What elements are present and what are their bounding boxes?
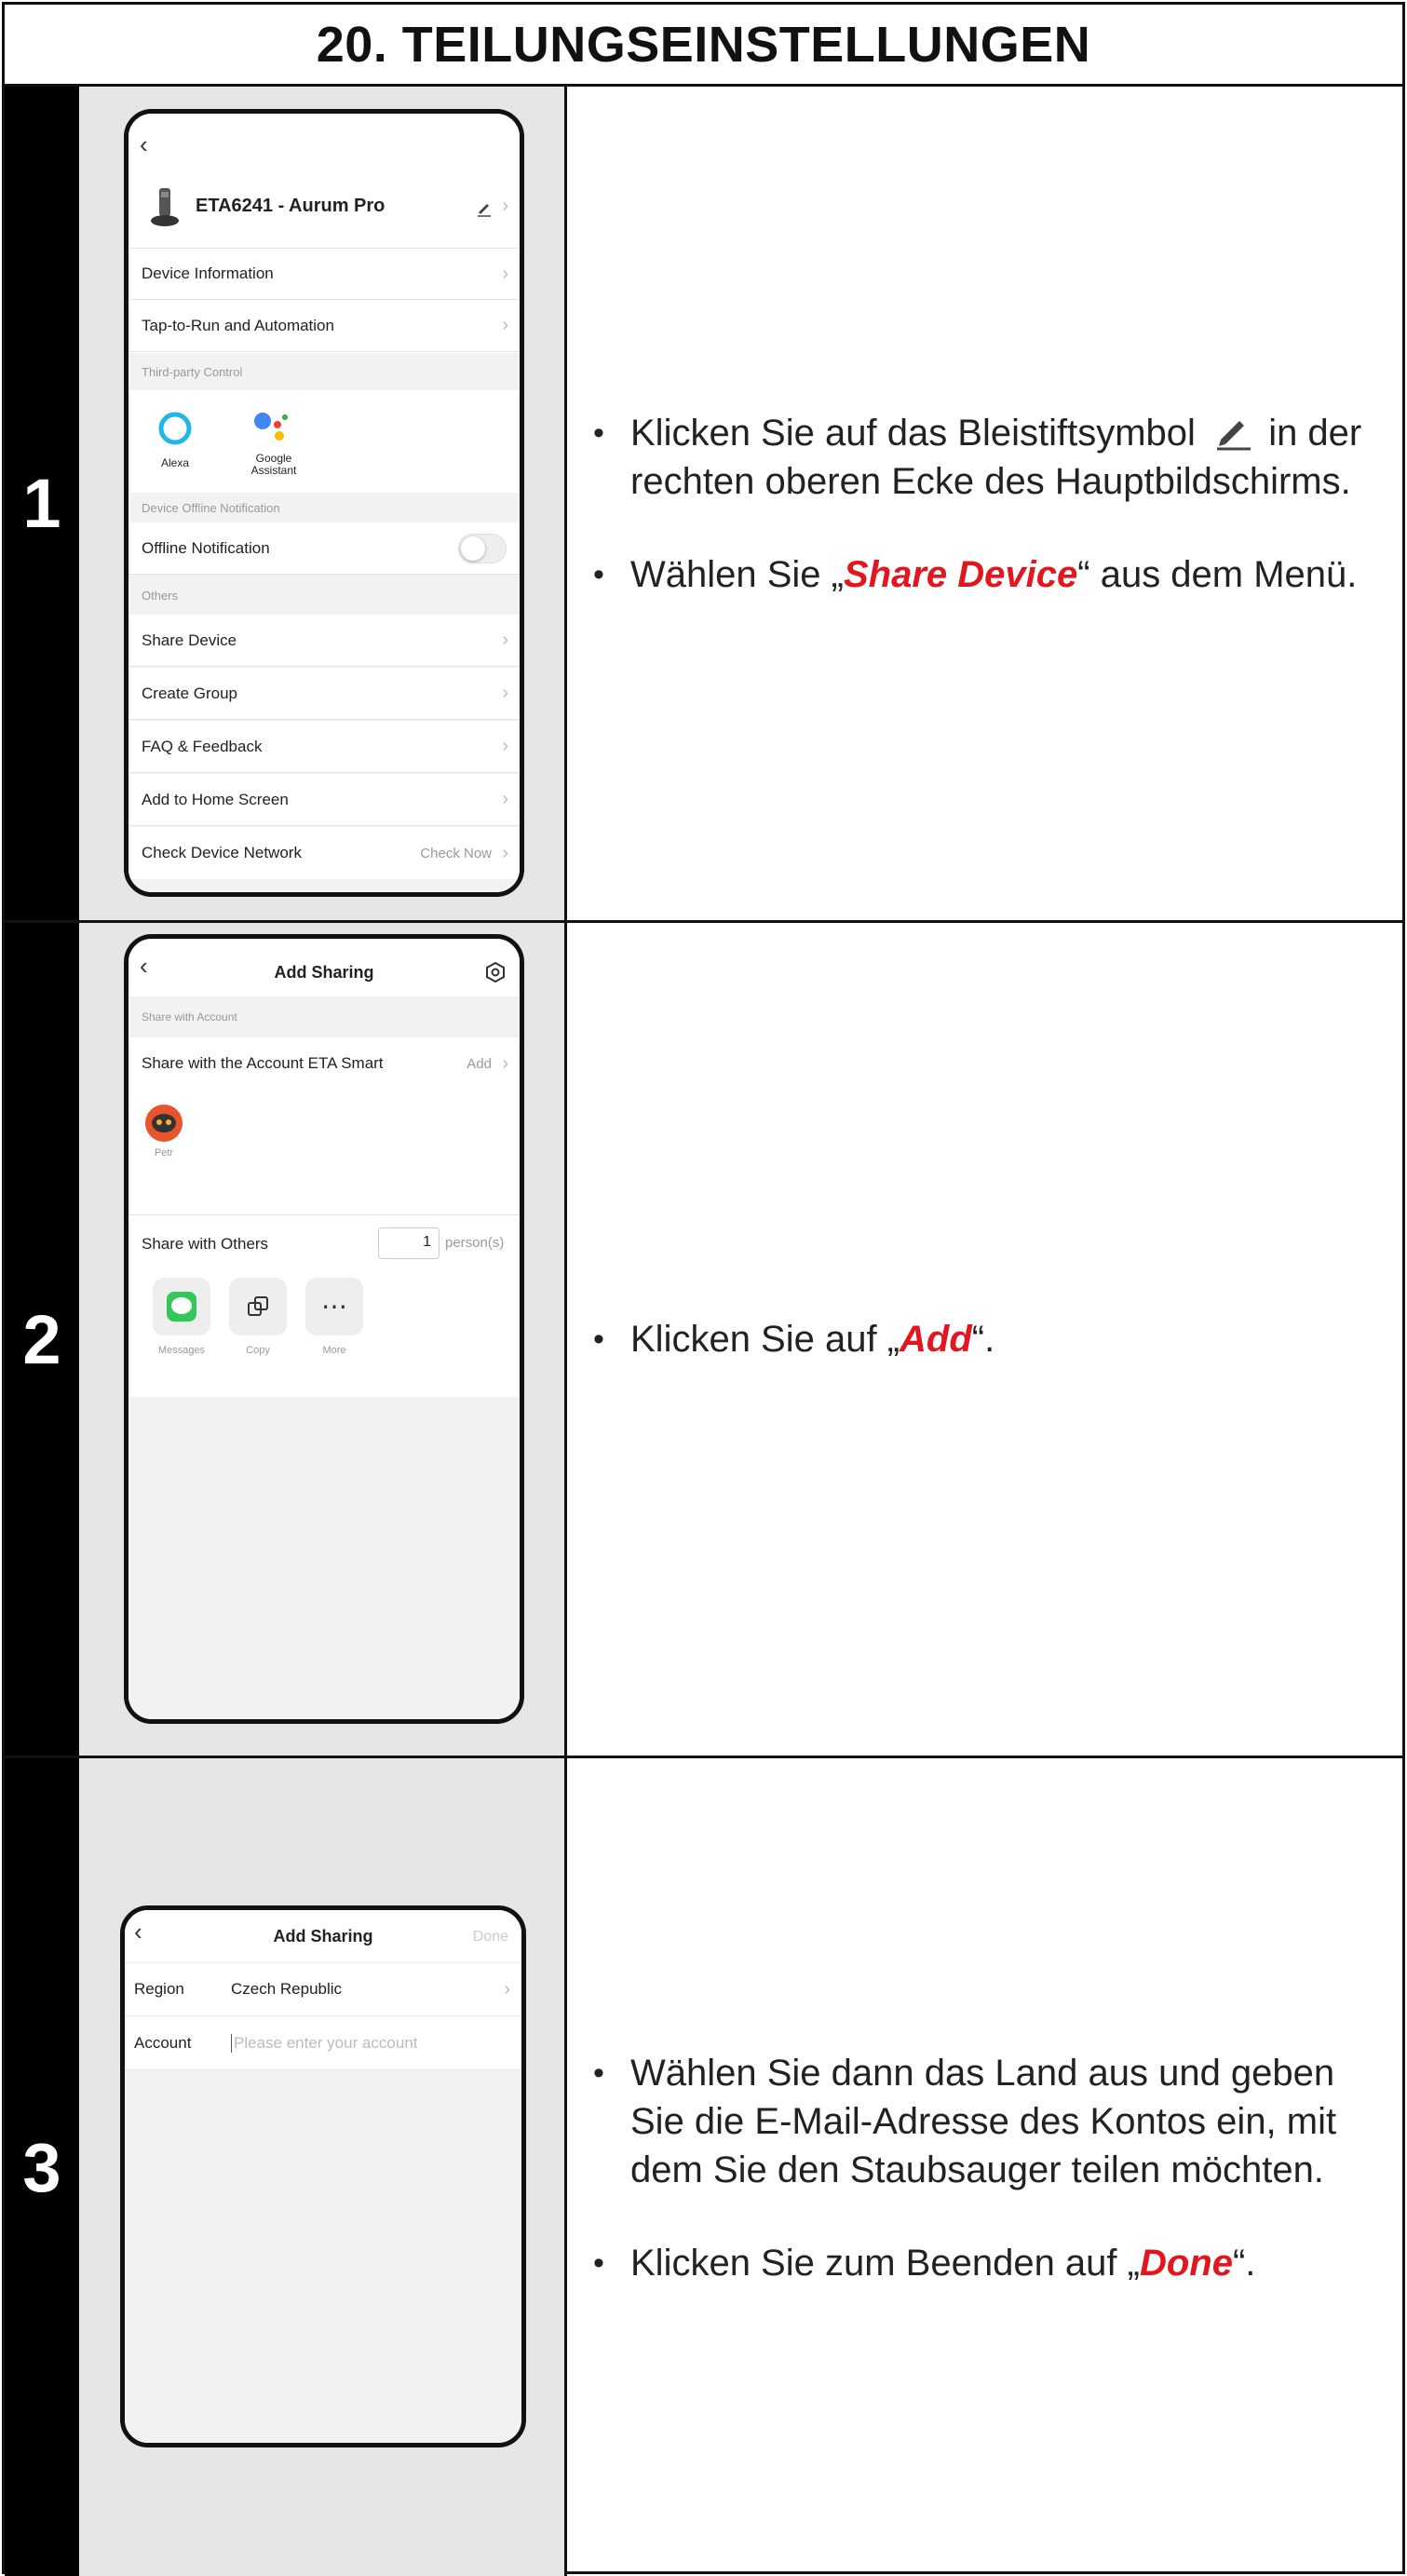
phone-screenshot: ‹ Add Sharing Done Region Czech Republic… [120,1905,526,2447]
check-now-label: Check Now [420,845,492,861]
section-share-account: Share with Account [129,997,520,1037]
add-home-screen-item[interactable]: Add to Home Screen › [129,774,520,826]
instruction-table: 20. TEILUNGSEINSTELLUNGEN 1 ‹ ETA6241 - … [2,2,1405,2576]
tap-to-run-item[interactable]: Tap-to-Run and Automation › [129,300,520,352]
google-assistant-label: Google Assistant [250,452,297,477]
more-label: More [322,1345,346,1356]
account-input[interactable]: Please enter your account [231,2033,418,2053]
bullet-item: • Wählen Sie „Share Device“ aus dem Menü… [593,553,1358,595]
share-others-label: Share with Others [142,1235,269,1253]
create-group-item[interactable]: Create Group › [129,668,520,720]
google-assistant-icon[interactable] [251,408,294,447]
phone-screenshot: ‹ Add Sharing Share with Account Share w… [124,934,524,1724]
step-row-2: 2 ‹ Add Sharing Share with Account Share… [5,923,1402,1758]
done-button[interactable]: Done [473,1929,508,1946]
copy-button[interactable] [229,1278,287,1335]
share-account-item[interactable]: Share with the Account ETA Smart Add › [129,1037,520,1090]
settings-icon[interactable] [484,961,507,983]
section-others: Others [129,576,520,615]
region-selector[interactable]: Region Czech Republic › [125,1962,521,2016]
step-text: • Klicken Sie auf „Add“. [567,923,1402,1756]
screen-header: Add Sharing [274,963,374,982]
section-third-party: Third-party Control [129,353,520,390]
step-row-1: 1 ‹ ETA6241 - Aurum Pro › Device Informa… [5,87,1402,923]
alexa-icon[interactable] [156,410,194,447]
share-device-item[interactable]: Share Device › [129,615,520,667]
highlight-text: Share Device [843,553,1078,595]
step-number: 2 [5,923,79,1756]
person-count-input[interactable]: 1 [378,1227,440,1259]
step-image: ‹ Add Sharing Share with Account Share w… [79,923,567,1756]
step-text: • Wählen Sie dann das Land aus und geben… [567,1758,1402,2576]
section-offline: Device Offline Notification [129,493,520,522]
device-information-item[interactable]: Device Information › [129,248,520,300]
bullet-item: • Klicken Sie auf „Add“. [593,1319,995,1360]
avatar-name: Petr [154,1147,174,1159]
step-image: ‹ ETA6241 - Aurum Pro › Device Informati… [79,87,567,920]
more-icon: ⋯ [321,1292,347,1321]
offline-notification-item: Offline Notification [129,522,520,575]
bullet-item: • Wählen Sie dann das Land aus und geben… [593,2052,1337,2190]
messages-label: Messages [157,1345,206,1356]
highlight-text: Done [1139,2242,1233,2284]
avatar [145,1105,183,1142]
copy-icon [248,1296,268,1316]
step-text: • Klicken Sie auf das Bleistiftsymbol in… [567,87,1402,920]
highlight-text: Add [900,1319,972,1360]
copy-label: Copy [246,1345,270,1356]
page-title: 20. TEILUNGSEINSTELLUNGEN [5,5,1402,87]
person-unit: person(s) [445,1235,505,1251]
back-icon[interactable]: ‹ [140,130,148,159]
pencil-icon[interactable] [475,199,494,218]
step-row-3: 3 ‹ Add Sharing Done Region Czech Republ… [5,1758,1402,2576]
step-number: 3 [5,1758,79,2576]
screen-header: Add Sharing [273,1927,373,1946]
account-field[interactable]: Account Please enter your account [125,2016,521,2070]
bullet-item: • Klicken Sie auf das Bleistiftsymbol in… [593,412,1362,502]
messages-icon [167,1292,196,1322]
phone-screenshot: ‹ ETA6241 - Aurum Pro › Device Informati… [124,109,524,897]
bullet-item: • Klicken Sie zum Beenden auf „Done“. [593,2242,1256,2284]
device-name: ETA6241 - Aurum Pro [196,196,386,216]
chevron-right-icon: › [502,196,508,216]
add-link[interactable]: Add [467,1056,492,1072]
pencil-icon [1217,420,1251,450]
robot-vacuum-icon [151,188,179,226]
alexa-label: Alexa [160,456,190,469]
messages-button[interactable] [153,1278,210,1335]
more-button[interactable]: ⋯ [305,1278,363,1335]
step-image: ‹ Add Sharing Done Region Czech Republic… [79,1758,567,2576]
step-number: 1 [5,87,79,920]
faq-feedback-item[interactable]: FAQ & Feedback › [129,721,520,773]
offline-notification-toggle[interactable] [458,533,507,563]
check-device-network-item[interactable]: Check Device Network Check Now › [129,827,520,879]
